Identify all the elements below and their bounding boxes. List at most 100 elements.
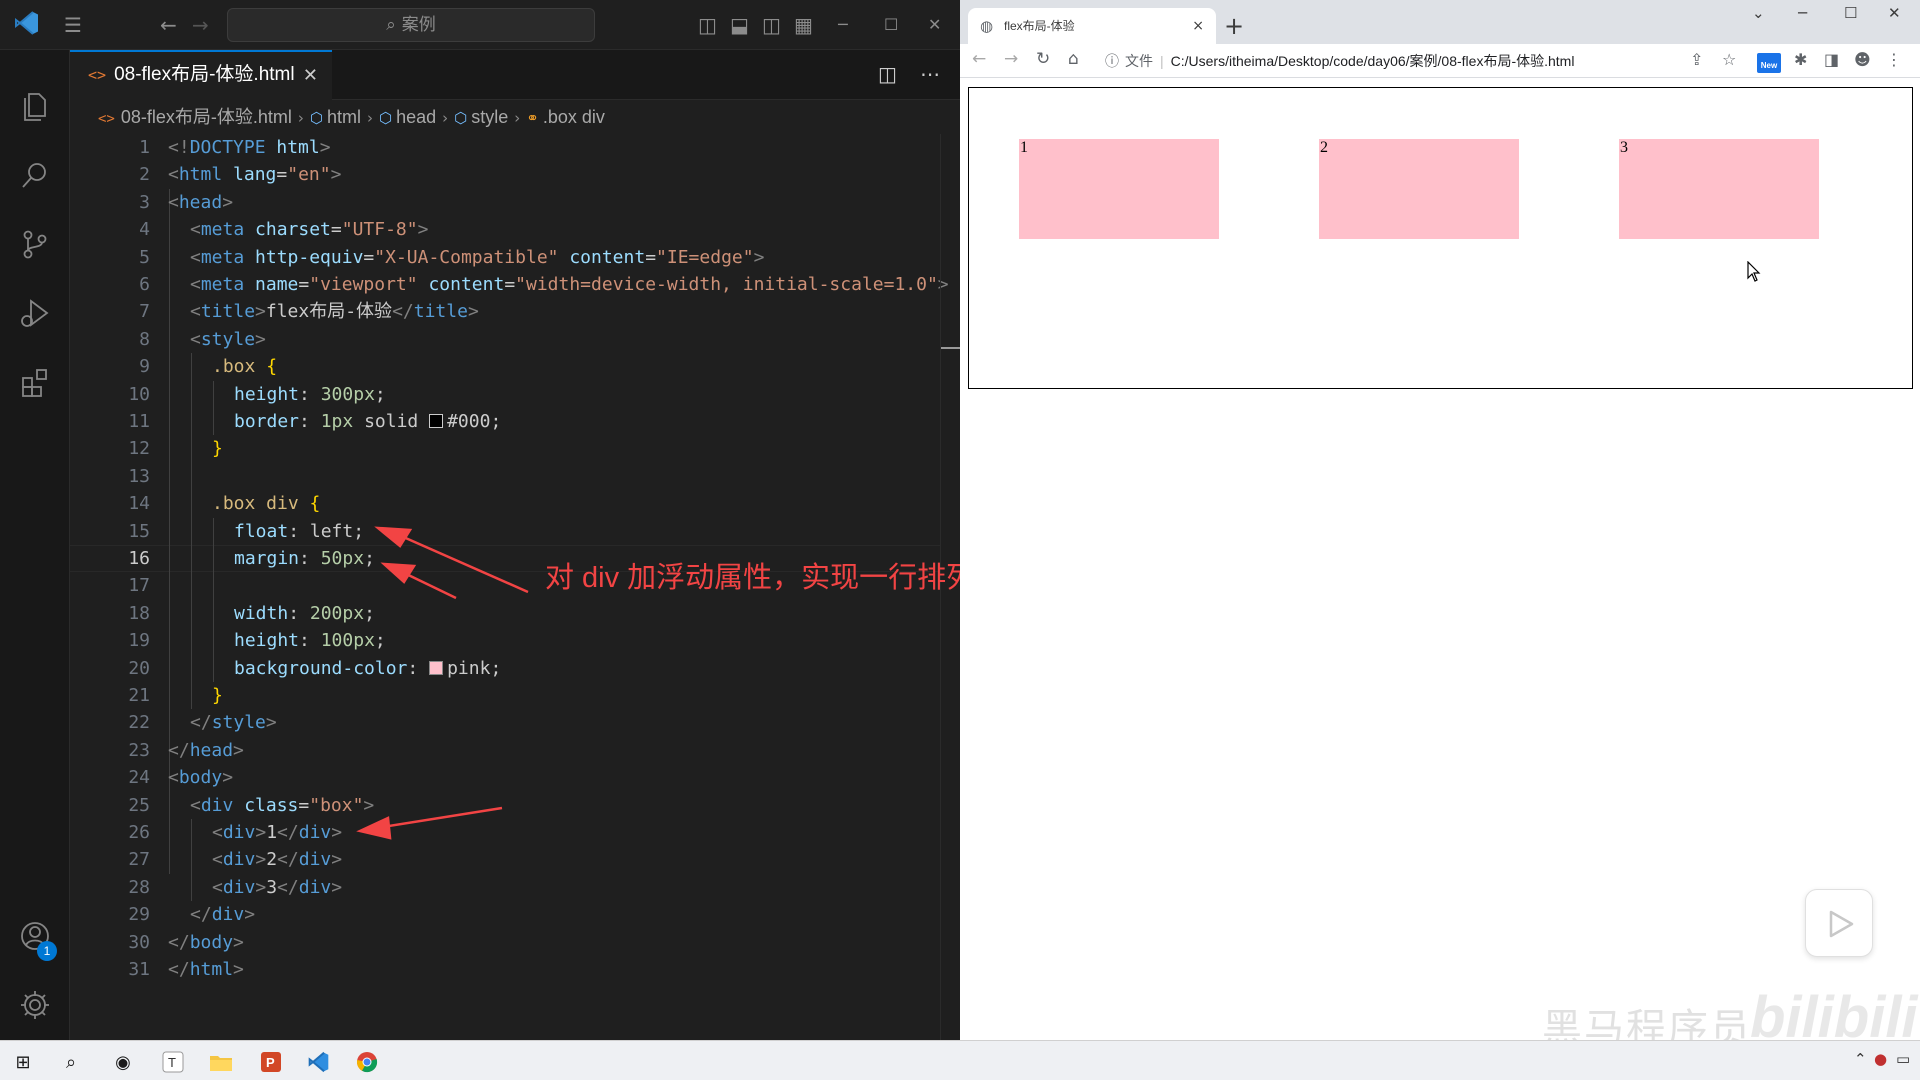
bookmark-star-icon[interactable]: ☆	[1722, 50, 1736, 69]
forward-arrow-icon[interactable]: →	[192, 13, 209, 37]
breadcrumb-item-style[interactable]: style	[471, 107, 508, 127]
selector-icon: ⚭	[526, 109, 539, 127]
source-control-icon[interactable]	[0, 215, 70, 273]
powerpoint-icon[interactable]: P	[258, 1049, 284, 1075]
code-line: </head>	[168, 739, 244, 761]
command-center-search[interactable]: ⌕ 案例	[227, 8, 595, 42]
tray-notification-icon[interactable]: ▭	[1896, 1050, 1910, 1068]
line-number: 27	[128, 849, 150, 871]
back-arrow-icon[interactable]: ←	[972, 49, 986, 69]
activity-bar: 1	[0, 50, 70, 1040]
file-explorer-icon[interactable]	[208, 1049, 234, 1075]
split-editor-icon[interactable]: ◫	[878, 62, 897, 86]
more-actions-icon[interactable]: ⋯	[920, 62, 940, 86]
minimize-icon[interactable]: ─	[1798, 4, 1807, 22]
address-bar[interactable]: ⓘ 文件 | C:/Users/itheima/Desktop/code/day06/…	[1105, 47, 1695, 75]
code-line: }	[212, 685, 223, 706]
svg-text:P: P	[266, 1055, 275, 1070]
toggle-panel-icon[interactable]: ⬓	[730, 13, 749, 37]
element-icon: ⬡	[379, 109, 393, 127]
search-icon: ⌕	[386, 15, 396, 35]
line-number: 1	[139, 137, 150, 158]
line-number-current: 16	[128, 548, 150, 569]
code-line: <head>	[168, 191, 234, 213]
tray-app-icon[interactable]: ●	[1874, 1050, 1887, 1068]
code-line: <title>flex布局-体验</title>	[190, 301, 479, 323]
share-icon[interactable]: ⇪	[1690, 50, 1703, 69]
vscode-taskbar-icon[interactable]	[306, 1049, 332, 1075]
chevron-right-icon: ›	[442, 109, 449, 127]
globe-icon: ◍	[980, 17, 994, 35]
breadcrumb-item-html[interactable]: html	[327, 107, 361, 127]
windows-start-icon[interactable]: ⊞	[10, 1049, 36, 1075]
minimize-icon[interactable]: ─	[838, 13, 848, 37]
tab-close-icon[interactable]: ✕	[303, 52, 318, 98]
indent-guide	[191, 353, 192, 710]
back-arrow-icon[interactable]: ←	[160, 13, 177, 37]
indent-guide	[213, 517, 214, 682]
info-icon[interactable]: ⓘ	[1105, 54, 1119, 70]
scrollbar-marker	[941, 347, 961, 349]
customize-layout-icon[interactable]: ▦	[794, 13, 813, 37]
color-swatch-pink[interactable]	[429, 660, 444, 675]
security-label: 文件	[1125, 53, 1153, 69]
chrome-taskbar-icon[interactable]	[354, 1049, 380, 1075]
new-tab-button[interactable]: +	[1224, 8, 1244, 44]
breadcrumb-item-head[interactable]: head	[396, 107, 436, 127]
home-icon[interactable]: ⌂	[1068, 49, 1079, 69]
code-line: <meta charset="UTF-8">	[190, 219, 429, 241]
toggle-sidebar-icon[interactable]: ◫	[698, 13, 717, 37]
breadcrumb-item-selector[interactable]: .box div	[543, 107, 605, 127]
search-icon[interactable]: ⌕	[58, 1049, 84, 1075]
editor-tab-bar: <> 08-flex布局-体验.html ✕ ◫ ⋯	[70, 50, 960, 100]
breadcrumb-file[interactable]: 08-flex布局-体验.html	[121, 107, 292, 127]
line-number: 4	[139, 219, 150, 241]
line-number: 31	[128, 959, 150, 980]
color-swatch-black[interactable]	[429, 414, 444, 428]
reload-icon[interactable]: ↻	[1036, 49, 1050, 69]
line-number: 24	[128, 767, 150, 789]
extensions-icon[interactable]	[0, 353, 70, 411]
code-line: }	[212, 438, 223, 460]
line-number-gutter: 1 2 3 4 5 6 7 8 9 10 11 12 13 14 15 16 1…	[70, 134, 158, 1040]
more-menu-icon[interactable]: ⋮	[1886, 50, 1902, 69]
browser-tab-active[interactable]: ◍ flex布局-体验 ×	[968, 8, 1216, 44]
line-number: 20	[128, 657, 150, 679]
accounts-icon[interactable]: 1	[0, 907, 70, 965]
code-line: <body>	[168, 767, 234, 789]
tab-active-file[interactable]: <> 08-flex布局-体验.html ✕	[70, 50, 332, 100]
run-debug-icon[interactable]	[0, 284, 70, 342]
extensions-puzzle-icon[interactable]: ✱	[1794, 50, 1807, 69]
code-line: <div>1</div>	[212, 822, 343, 843]
forward-arrow-icon[interactable]: →	[1004, 49, 1018, 69]
obs-icon[interactable]: ◉	[110, 1049, 136, 1075]
line-number: 30	[128, 931, 150, 953]
chevron-right-icon: ›	[514, 109, 521, 127]
line-number: 13	[128, 465, 150, 487]
settings-gear-icon[interactable]	[0, 976, 70, 1034]
video-play-button[interactable]	[1805, 889, 1873, 957]
browser-window: ◍ flex布局-体验 × + ⌄ ─ ☐ ✕ ← → ↻ ⌂ ⓘ 文件 | C:/U…	[960, 0, 1920, 1051]
divider: |	[1160, 53, 1164, 69]
search-icon[interactable]	[0, 146, 70, 204]
browser-tab-close-icon[interactable]: ×	[1192, 8, 1204, 44]
profile-avatar-icon[interactable]: ☻	[1854, 50, 1871, 69]
toggle-secondary-sidebar-icon[interactable]: ◫	[762, 13, 781, 37]
explorer-icon[interactable]	[0, 77, 70, 135]
play-icon	[1829, 910, 1854, 938]
close-window-icon[interactable]: ✕	[1888, 4, 1901, 22]
side-panel-icon[interactable]: ◨	[1824, 50, 1839, 69]
menu-icon[interactable]: ☰	[64, 13, 82, 37]
tab-search-chevron-icon[interactable]: ⌄	[1752, 4, 1765, 22]
chevron-right-icon: ›	[367, 109, 374, 127]
line-number: 7	[139, 301, 150, 323]
line-number: 2	[139, 164, 150, 186]
typora-icon[interactable]: T	[160, 1049, 186, 1075]
close-window-icon[interactable]: ✕	[928, 13, 941, 37]
tray-chevron-up-icon[interactable]: ⌃	[1854, 1050, 1867, 1068]
line-number: 15	[128, 520, 150, 542]
code-line: <style>	[190, 328, 266, 350]
maximize-icon[interactable]: ☐	[884, 13, 898, 37]
maximize-icon[interactable]: ☐	[1844, 4, 1857, 22]
extension-new-badge[interactable]: New	[1757, 53, 1781, 73]
